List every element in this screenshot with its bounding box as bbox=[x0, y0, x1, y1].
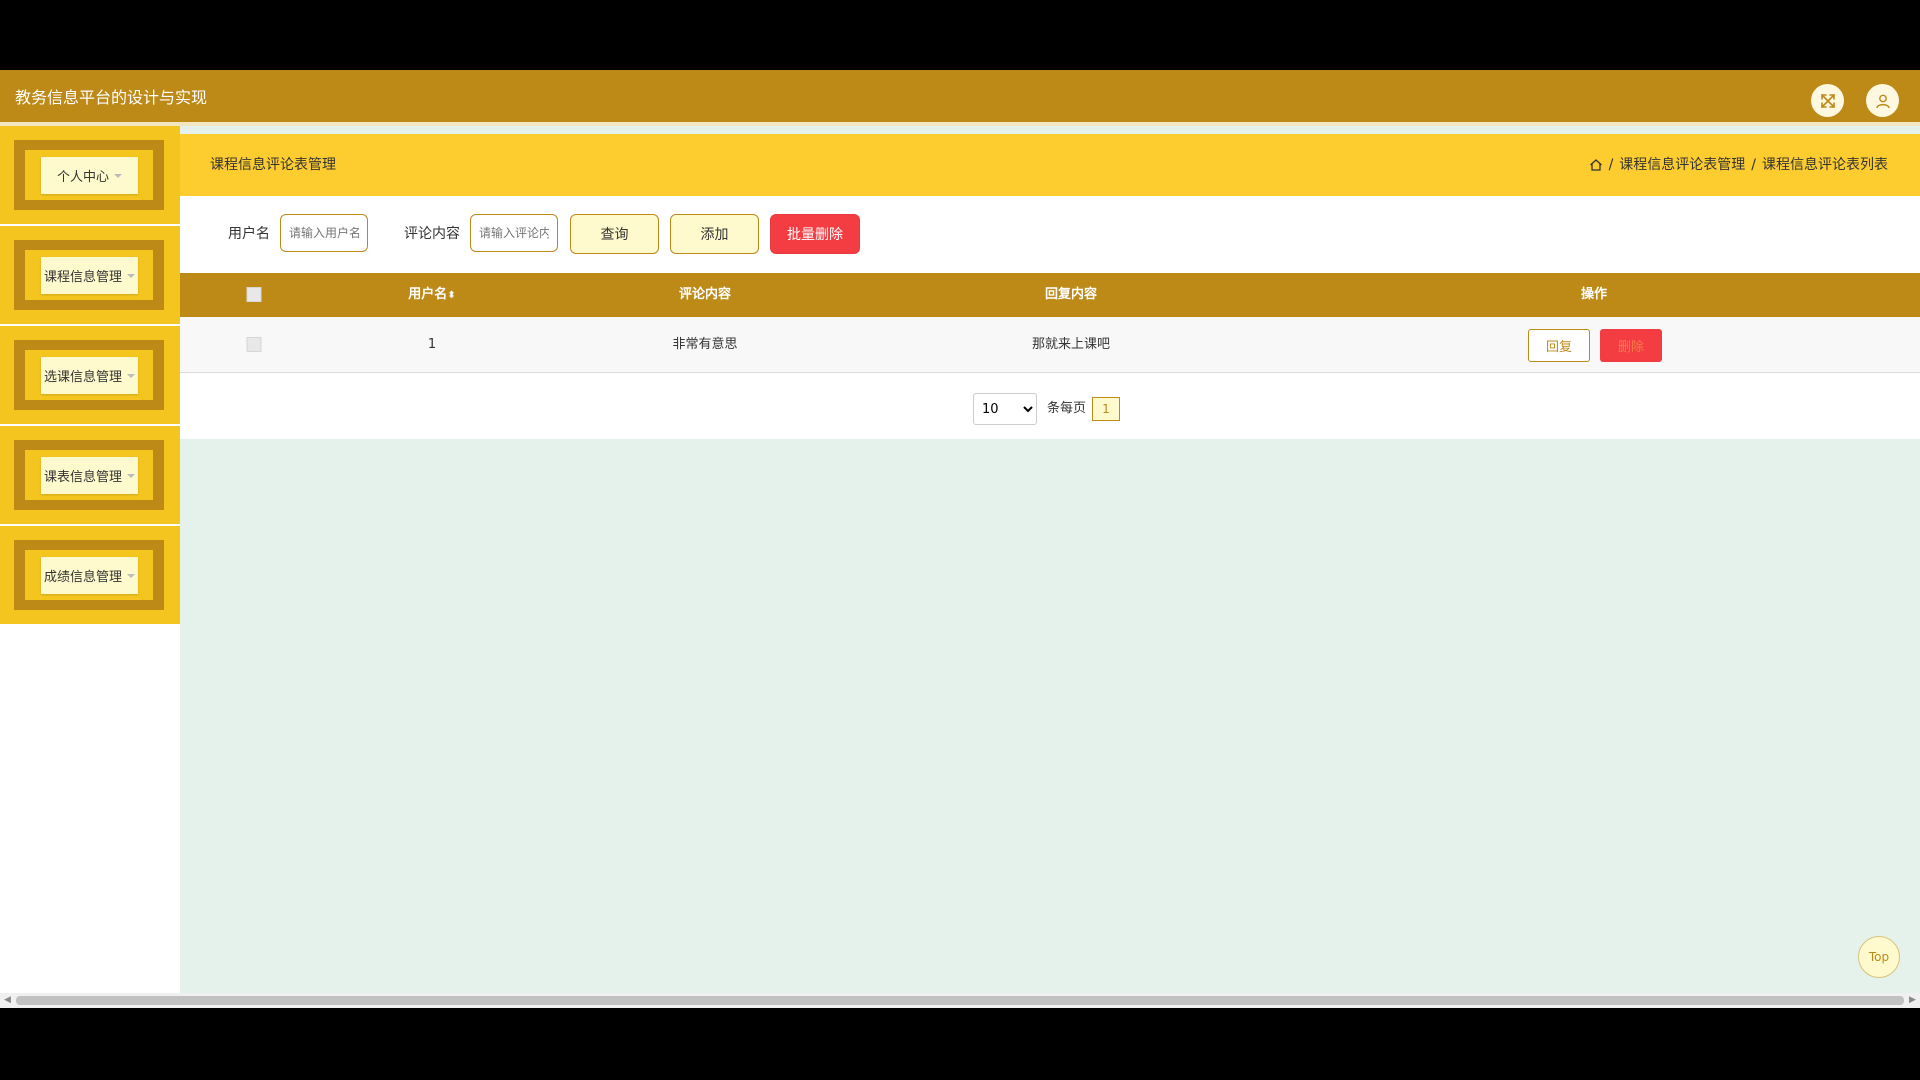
pagination: 10 条每页 1 bbox=[180, 373, 1920, 439]
batch-delete-button[interactable]: 批量删除 bbox=[770, 214, 860, 254]
scroll-left-arrow-icon[interactable]: ◀ bbox=[0, 993, 15, 1008]
per-page-label: 条每页 bbox=[1047, 401, 1087, 416]
sidebar-item-schedule[interactable]: 课表信息管理 bbox=[41, 457, 138, 494]
fullscreen-button[interactable] bbox=[1811, 84, 1844, 117]
sidebar-item-label: 课表信息管理 bbox=[43, 470, 122, 485]
app-window: 教务信息平台的设计与实现 个人中心 课程信息管理 选课信息管理 课表信息管理 成… bbox=[0, 70, 1920, 1008]
sidebar-block-personal: 个人中心 bbox=[0, 126, 180, 224]
caret-down-icon bbox=[127, 573, 135, 578]
sidebar-item-label: 个人中心 bbox=[56, 170, 109, 185]
delete-button[interactable]: 删除 bbox=[1600, 329, 1662, 362]
sidebar-block-grades: 成绩信息管理 bbox=[0, 526, 180, 624]
content-search-input[interactable] bbox=[470, 214, 558, 252]
main-content: 课程信息评论表管理 / 课程信息评论表管理 / 课程信息评论表列表 用户名 评论… bbox=[180, 126, 1920, 1008]
reply-button[interactable]: 回复 bbox=[1528, 329, 1590, 362]
sidebar-item-label: 成绩信息管理 bbox=[43, 570, 122, 585]
user-icon bbox=[1875, 94, 1890, 108]
back-to-top-button[interactable]: Top bbox=[1858, 936, 1900, 978]
cell-reply: 那就来上课吧 bbox=[1031, 337, 1111, 352]
scrollbar-thumb[interactable] bbox=[16, 996, 1904, 1005]
sidebar-item-course-selection[interactable]: 选课信息管理 bbox=[41, 357, 138, 394]
sidebar-item-grades[interactable]: 成绩信息管理 bbox=[41, 557, 138, 594]
cell-content: 非常有意思 bbox=[672, 337, 738, 352]
home-icon[interactable] bbox=[1589, 158, 1603, 172]
sidebar-block-selection: 选课信息管理 bbox=[0, 326, 180, 424]
user-menu-button[interactable] bbox=[1866, 84, 1899, 117]
sort-icon[interactable]: ⬍ bbox=[447, 290, 455, 301]
horizontal-scrollbar[interactable]: ◀ ▶ bbox=[0, 993, 1920, 1008]
caret-down-icon bbox=[114, 173, 122, 178]
breadcrumb: / 课程信息评论表管理 / 课程信息评论表列表 bbox=[1589, 134, 1888, 196]
select-all-checkbox[interactable] bbox=[246, 287, 262, 302]
page-number-current[interactable]: 1 bbox=[1092, 397, 1120, 421]
title-bar: 课程信息评论表管理 / 课程信息评论表管理 / 课程信息评论表列表 bbox=[180, 134, 1920, 196]
sidebar-item-personal-center[interactable]: 个人中心 bbox=[41, 157, 138, 194]
query-button[interactable]: 查询 bbox=[570, 214, 659, 254]
column-header-content: 评论内容 bbox=[678, 287, 732, 302]
search-form: 用户名 评论内容 查询 添加 批量删除 bbox=[180, 196, 1920, 273]
table-header: 用户名⬍ 评论内容 回复内容 操作 bbox=[180, 273, 1920, 317]
sidebar-block-course: 课程信息管理 bbox=[0, 226, 180, 324]
app-title: 教务信息平台的设计与实现 bbox=[15, 88, 208, 107]
data-table: 用户名⬍ 评论内容 回复内容 操作 1 非常有意思 那就来上课吧 回复 删除 1… bbox=[180, 273, 1920, 439]
caret-down-icon bbox=[127, 373, 135, 378]
sidebar-block-schedule: 课表信息管理 bbox=[0, 426, 180, 524]
sidebar-item-label: 选课信息管理 bbox=[43, 370, 122, 385]
caret-down-icon bbox=[127, 273, 135, 278]
caret-down-icon bbox=[127, 473, 135, 478]
expand-arrows-icon bbox=[1820, 93, 1835, 108]
column-header-reply: 回复内容 bbox=[1044, 287, 1098, 302]
column-header-username[interactable]: 用户名⬍ bbox=[408, 273, 455, 318]
breadcrumb-item[interactable]: 课程信息评论表管理 bbox=[1619, 134, 1745, 196]
sidebar-item-course-info[interactable]: 课程信息管理 bbox=[41, 257, 138, 294]
table-row: 1 非常有意思 那就来上课吧 回复 删除 bbox=[180, 317, 1920, 373]
breadcrumb-item-current: 课程信息评论表列表 bbox=[1762, 157, 1888, 173]
sidebar: 个人中心 课程信息管理 选课信息管理 课表信息管理 成绩信息管理 bbox=[0, 126, 180, 1008]
page-title: 课程信息评论表管理 bbox=[210, 157, 336, 173]
cell-username: 1 bbox=[427, 337, 437, 352]
username-label: 用户名 bbox=[228, 226, 270, 242]
scroll-right-arrow-icon[interactable]: ▶ bbox=[1905, 993, 1920, 1008]
sidebar-item-label: 课程信息管理 bbox=[43, 270, 122, 285]
row-checkbox[interactable] bbox=[246, 337, 262, 352]
top-header: 教务信息平台的设计与实现 bbox=[0, 70, 1920, 126]
column-header-actions: 操作 bbox=[1580, 287, 1608, 302]
content-label: 评论内容 bbox=[404, 226, 460, 242]
username-search-input[interactable] bbox=[280, 214, 368, 252]
add-button[interactable]: 添加 bbox=[670, 214, 759, 254]
page-size-select[interactable]: 10 bbox=[973, 393, 1037, 425]
